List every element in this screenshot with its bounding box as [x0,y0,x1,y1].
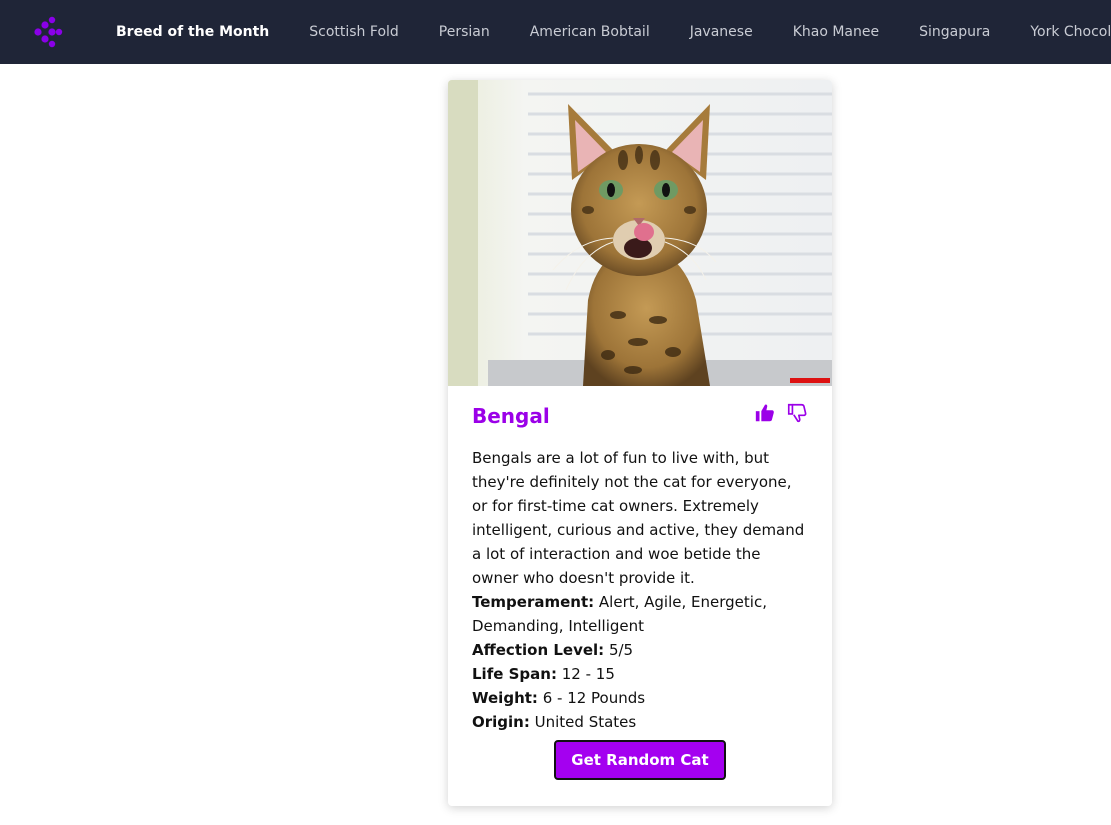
card-body: Bengal Bengals are a lot of fun to live … [472,386,808,734]
nav-link-khao-manee[interactable]: Khao Manee [773,24,899,40]
thumbs-up-icon[interactable] [754,402,776,424]
breed-description: Bengals are a lot of fun to live with, b… [472,449,805,587]
button-container: Get Random Cat [448,740,832,780]
nav-link-scottish-fold[interactable]: Scottish Fold [289,24,419,40]
weight-label: Weight: [472,689,538,707]
origin-label: Origin: [472,713,530,731]
nav-link-persian[interactable]: Persian [419,24,510,40]
top-navbar: Breed of the Month Scottish Fold Persian… [0,0,1111,64]
affection-value: 5/5 [608,641,634,659]
nav-link-york-chocolate[interactable]: York Chocolate [1010,24,1111,40]
cat-photo [448,80,832,386]
nav-link-breed-of-the-month[interactable]: Breed of the Month [96,24,289,40]
origin-row: Origin: United States [472,710,808,734]
nav-link-singapura[interactable]: Singapura [899,24,1010,40]
nav-link-american-bobtail[interactable]: American Bobtail [510,24,670,40]
breed-card: Bengal Bengals are a lot of fun to live … [448,80,832,806]
affection-label: Affection Level: [472,641,605,659]
title-row: Bengal [472,386,808,446]
thumbs-down-icon[interactable] [786,402,808,424]
nav-link-javanese[interactable]: Javanese [670,24,773,40]
breed-nav: Breed of the Month Scottish Fold Persian… [96,0,1111,64]
weight-row: Weight: 6 - 12 Pounds [472,686,808,710]
lifespan-label: Life Span: [472,665,557,683]
get-random-cat-button[interactable]: Get Random Cat [554,740,726,780]
temperament-row: Temperament: Alert, Agile, Energetic, De… [472,590,808,638]
dots-network-icon[interactable] [32,16,64,48]
origin-value: United States [534,713,637,731]
lifespan-row: Life Span: 12 - 15 [472,662,808,686]
weight-value: 6 - 12 Pounds [542,689,646,707]
affection-row: Affection Level: 5/5 [472,638,808,662]
breed-name: Bengal [472,404,550,428]
temperament-label: Temperament: [472,593,595,611]
lifespan-value: 12 - 15 [561,665,615,683]
